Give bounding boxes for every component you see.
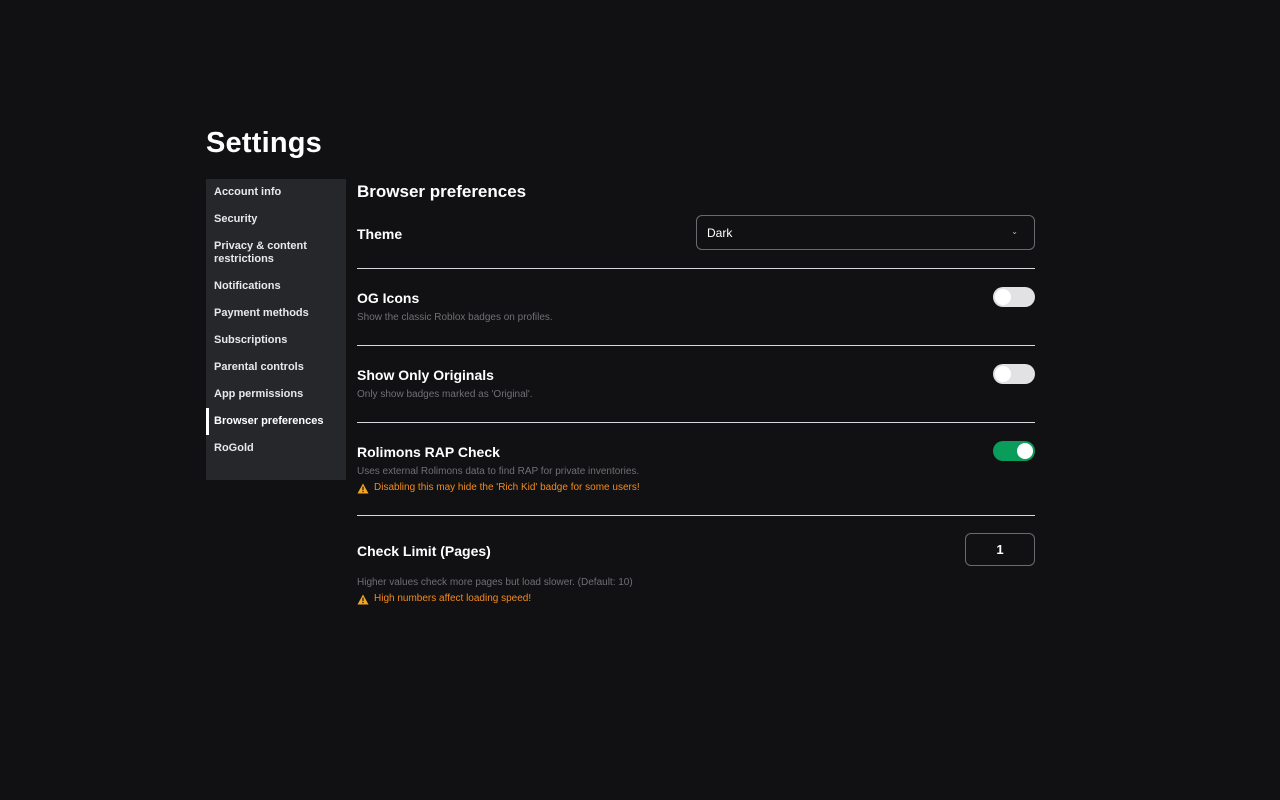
section-title: Browser preferences [357, 182, 527, 201]
sidebar-item-browser-preferences[interactable]: Browser preferences [206, 408, 346, 435]
sidebar-item-rogold[interactable]: RoGold [206, 435, 346, 462]
check-limit-label: Check Limit (Pages) [357, 543, 491, 559]
sidebar-item-parental-controls[interactable]: Parental controls [206, 354, 346, 381]
sidebar-item-app-permissions[interactable]: App permissions [206, 381, 346, 408]
check-limit-input[interactable]: 1 [965, 533, 1035, 566]
rolimons-warning-text: Disabling this may hide the 'Rich Kid' b… [374, 482, 640, 493]
sidebar-item-account-info[interactable]: Account info [206, 179, 346, 206]
sidebar-item-payment-methods[interactable]: Payment methods [206, 300, 346, 327]
theme-label: Theme [357, 226, 403, 242]
og-icons-label: OG Icons [357, 290, 420, 306]
show-only-originals-description: Only show badges marked as 'Original'. [357, 389, 533, 400]
show-only-originals-label: Show Only Originals [357, 367, 494, 383]
show-only-originals-toggle[interactable] [993, 364, 1035, 384]
theme-select-value: Dark [707, 225, 733, 240]
warning-triangle-icon [357, 483, 369, 493]
check-limit-description: Higher values check more pages but load … [357, 577, 633, 588]
toggle-knob [995, 366, 1011, 382]
og-icons-description: Show the classic Roblox badges on profil… [357, 312, 553, 323]
rolimons-rap-check-row: Rolimons RAP Check Uses external Rolimon… [357, 423, 1035, 515]
rolimons-warning: Disabling this may hide the 'Rich Kid' b… [357, 481, 640, 495]
rolimons-rap-check-label: Rolimons RAP Check [357, 444, 500, 460]
settings-sidebar: Account info Security Privacy & content … [206, 179, 346, 480]
toggle-knob [1017, 443, 1033, 459]
sidebar-item-privacy[interactable]: Privacy & content restrictions [206, 233, 346, 273]
check-limit-warning-text: High numbers affect loading speed! [374, 593, 532, 604]
rolimons-rap-check-description: Uses external Rolimons data to find RAP … [357, 466, 640, 477]
show-only-originals-row: Show Only Originals Only show badges mar… [357, 346, 1035, 422]
page-title: Settings [206, 127, 322, 159]
warning-triangle-icon [357, 594, 369, 604]
chevron-down-icon: ⌄ [1011, 227, 1018, 236]
theme-select[interactable]: Dark ⌄ [696, 215, 1035, 250]
rolimons-rap-check-toggle[interactable] [993, 441, 1035, 461]
theme-row: Theme Dark ⌄ [357, 215, 1035, 267]
settings-content: Browser preferences Theme Dark ⌄ OG Icon… [357, 181, 1035, 616]
sidebar-item-notifications[interactable]: Notifications [206, 273, 346, 300]
check-limit-warning: High numbers affect loading speed! [357, 592, 633, 606]
og-icons-toggle[interactable] [993, 287, 1035, 307]
sidebar-item-security[interactable]: Security [206, 206, 346, 233]
og-icons-row: OG Icons Show the classic Roblox badges … [357, 269, 1035, 345]
sidebar-item-subscriptions[interactable]: Subscriptions [206, 327, 346, 354]
toggle-knob [995, 289, 1011, 305]
check-limit-row: Check Limit (Pages) 1 Higher values chec… [357, 516, 1035, 616]
